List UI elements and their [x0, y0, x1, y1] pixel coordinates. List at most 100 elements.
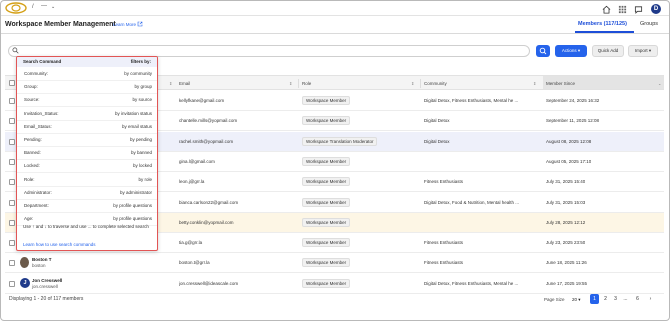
- column-header-community[interactable]: Community: [424, 81, 447, 86]
- quick-add-button[interactable]: Quick Add: [592, 45, 624, 57]
- role-badge: Workspace Member: [302, 156, 351, 166]
- page-button-6[interactable]: 6: [633, 294, 642, 304]
- page-button-1[interactable]: 1: [590, 294, 599, 304]
- role-badge: Workspace Member: [302, 116, 351, 126]
- home-icon[interactable]: [602, 5, 611, 14]
- member-email: jon.cresswell@ideascale.com: [179, 280, 239, 286]
- member-name[interactable]: Boston T: [32, 257, 52, 262]
- search-command-item[interactable]: Source: by source: [17, 94, 157, 108]
- member-username: jon.cresswell: [32, 283, 58, 289]
- search-command-key: Role:: [24, 176, 35, 182]
- grid-icon[interactable]: [618, 5, 627, 14]
- member-community: Digital Detox, Food & Nutrition, Mental …: [424, 199, 520, 205]
- search-command-description: by profile questions: [113, 216, 152, 222]
- search-command-key: Age:: [24, 216, 34, 222]
- column-divider: [298, 79, 299, 88]
- header-divider: [1, 33, 669, 34]
- search-command-item[interactable]: Pending: by pending: [17, 134, 157, 147]
- row-checkbox[interactable]: [9, 118, 15, 125]
- search-command-item[interactable]: Department: by profile questions: [17, 200, 157, 213]
- column-header-member-since[interactable]: Member Since: [546, 81, 575, 86]
- row-checkbox[interactable]: [9, 179, 15, 186]
- row-checkbox[interactable]: [9, 98, 15, 104]
- learn-more-link[interactable]: Learn More: [113, 22, 136, 27]
- page-button-3[interactable]: 3: [611, 294, 620, 304]
- logo-icon[interactable]: [5, 2, 27, 14]
- row-checkbox[interactable]: [9, 240, 15, 247]
- row-checkbox[interactable]: [9, 138, 15, 145]
- breadcrumb-separator: /: [32, 4, 34, 10]
- search-command-description: by pending: [129, 137, 152, 142]
- search-command-item[interactable]: Role: by role: [17, 174, 157, 187]
- tab-groups[interactable]: Groups: [640, 21, 658, 27]
- member-community: Digital Detox, Fitness Enthusiasts, Ment…: [424, 280, 519, 286]
- search-command-item[interactable]: Banned: by banned: [17, 147, 157, 161]
- search-command-popup: Search Command filters by: Community: by …: [16, 56, 158, 251]
- member-email: kellyfkane@gmail.com: [179, 98, 225, 103]
- search-icon: [12, 47, 19, 54]
- page-title: Workspace Member Management: [5, 21, 116, 28]
- search-command-item[interactable]: Group: by group: [17, 81, 157, 95]
- sort-icon[interactable]: ⇕: [411, 81, 414, 86]
- search-command-description: by profile questions: [113, 203, 152, 208]
- member-since-date: July 28, 2025 12:12: [546, 219, 586, 225]
- sort-icon[interactable]: ⇕: [169, 81, 172, 86]
- member-email: leon.j@grr.la: [179, 179, 205, 185]
- table-row[interactable]: J Jon Cresswell jon.cresswell jon.cresswell…: [5, 274, 664, 294]
- tab-members[interactable]: Members (117/125): [578, 21, 627, 27]
- column-header-email[interactable]: Email: [179, 81, 190, 86]
- search-command-item[interactable]: Locked: by locked: [17, 160, 157, 174]
- column-divider: [420, 79, 421, 88]
- row-checkbox[interactable]: [9, 260, 15, 267]
- member-since-date: August 05, 2025 17:10: [546, 158, 592, 164]
- search-command-description: by role: [138, 176, 152, 182]
- import-button[interactable]: Import ▾: [628, 45, 658, 57]
- search-command-key: Group:: [24, 84, 38, 90]
- column-header-role[interactable]: Role: [302, 81, 311, 86]
- search-command-description: by group: [134, 84, 152, 90]
- page-size-select[interactable]: 20 ▾: [572, 297, 581, 303]
- chevron-down-icon[interactable]: ⌄: [658, 81, 661, 86]
- page-button-2[interactable]: 2: [601, 294, 610, 304]
- avatar: [20, 257, 29, 269]
- row-checkbox[interactable]: [9, 219, 15, 226]
- search-command-description: by locked: [132, 163, 152, 169]
- user-avatar[interactable]: D: [651, 4, 661, 14]
- external-link-icon[interactable]: [137, 21, 143, 27]
- select-all-checkbox[interactable]: [9, 80, 15, 86]
- search-commands-help-link[interactable]: Learn how to use search commands: [23, 242, 96, 247]
- popup-hint: Use ↑ and ↓ to traverse and use ... to c…: [23, 224, 149, 229]
- row-checkbox[interactable]: [9, 199, 15, 206]
- next-page-button[interactable]: ›: [646, 294, 655, 304]
- sort-icon[interactable]: ⇕: [533, 81, 536, 86]
- search-command-item[interactable]: Email_Status: by email status: [17, 121, 157, 134]
- search-command-description: by banned: [130, 150, 152, 156]
- role-badge: Workspace Translation Moderator: [302, 136, 378, 146]
- search-button[interactable]: [536, 45, 550, 57]
- search-command-description: by source: [132, 97, 152, 103]
- search-command-item[interactable]: Administrator: by administrator: [17, 187, 157, 200]
- member-since-date: June 17, 2025 19:55: [546, 280, 588, 286]
- role-badge: Workspace Member: [302, 217, 351, 227]
- pagination-summary: Displaying 1 - 20 of 117 members: [9, 296, 84, 302]
- role-badge: Workspace Member: [302, 278, 351, 288]
- table-row[interactable]: Boston Tboston boston.t@grr.la Workspace M…: [5, 253, 664, 274]
- search-command-key: Banned:: [24, 150, 41, 156]
- actions-button[interactable]: Actions ▾: [555, 45, 587, 57]
- member-name[interactable]: Jon Cresswell: [32, 278, 62, 283]
- search-command-item[interactable]: Community: by community: [17, 68, 157, 81]
- page-ellipsis: ...: [623, 296, 628, 302]
- breadcrumb-workspace[interactable]: ---: [41, 3, 47, 9]
- row-checkbox[interactable]: [9, 158, 15, 165]
- page-size-label: Page Size: [544, 297, 565, 302]
- search-command-item[interactable]: Invitation_Status: by invitation status: [17, 108, 157, 121]
- search-command-description: by email status: [121, 123, 152, 129]
- sort-icon[interactable]: ⇕: [289, 81, 292, 86]
- chat-icon[interactable]: [634, 5, 643, 14]
- member-community: Digital Detox, Fitness Enthusiasts, Ment…: [424, 98, 519, 103]
- row-checkbox[interactable]: [9, 280, 15, 287]
- chevron-down-icon[interactable]: ⌄: [51, 4, 55, 10]
- member-community: Digital Detox: [424, 118, 450, 124]
- search-command-key: Administrator:: [24, 189, 52, 195]
- member-since-date: July 23, 2025 23:50: [546, 240, 586, 246]
